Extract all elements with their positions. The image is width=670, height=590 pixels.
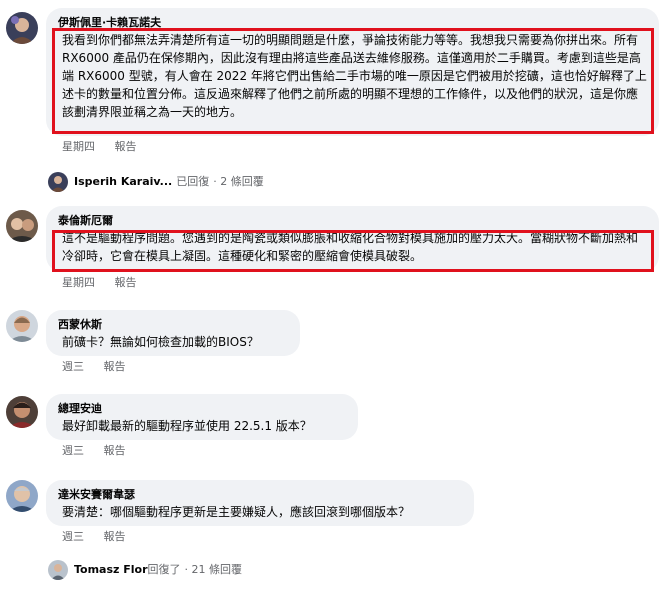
report-button[interactable]: 報告 xyxy=(115,276,137,289)
comment-bubble: 伊斯佩里·卡賴瓦諾夫 我看到你們都無法弄清楚所有這一切的明顯問題是什麼，爭論技術… xyxy=(46,8,659,136)
reply-verb: 回復了 xyxy=(147,563,181,576)
replies-link[interactable]: Tomasz Flor 回復了 · 21 條回覆 xyxy=(48,560,242,580)
reply-count[interactable]: · 2 條回覆 xyxy=(213,172,264,192)
comment-text: 最好卸載最新的驅動程序並使用 22.5.1 版本？ xyxy=(62,419,312,433)
avatar xyxy=(48,172,68,192)
avatar[interactable] xyxy=(6,396,38,428)
comment-bubble: 達米安賽爾韋瑟 要清楚：哪個驅動程序更新是主要嫌疑人，應該回滾到哪個版本？ xyxy=(46,480,474,526)
comment-actions: 星期四 報告 xyxy=(62,140,153,154)
reply-verb: 已回復 xyxy=(176,175,210,188)
comment-bubble: 西蒙休斯 前礦卡？無論如何檢查加載的BIOS？ xyxy=(46,310,300,356)
comment-author[interactable]: 伊斯佩里·卡賴瓦諾夫 xyxy=(58,15,647,31)
comment-actions: 星期四 報告 xyxy=(62,276,153,290)
reply-count[interactable]: · 21 條回覆 xyxy=(185,560,243,580)
report-button[interactable]: 報告 xyxy=(104,360,126,373)
avatar[interactable] xyxy=(6,480,38,512)
comment-author[interactable]: 總理安迪 xyxy=(58,401,346,417)
timestamp[interactable]: 週三 xyxy=(62,530,84,543)
timestamp[interactable]: 星期四 xyxy=(62,140,95,153)
comment-text: 前礦卡？無論如何檢查加載的BIOS？ xyxy=(62,335,259,349)
avatar[interactable] xyxy=(6,210,38,242)
report-button[interactable]: 報告 xyxy=(104,530,126,543)
comment-author[interactable]: 西蒙休斯 xyxy=(58,317,288,333)
timestamp[interactable]: 星期四 xyxy=(62,276,95,289)
comment-text: 這不是驅動程序問題。您遇到的是陶瓷或類似膨脹和收縮化合物對模具施加的壓力太大。當… xyxy=(62,231,639,263)
comment-text: 我看到你們都無法弄清楚所有這一切的明顯問題是什麼，爭論技術能力等等。我想我只需要… xyxy=(62,33,647,119)
comment-author[interactable]: 達米安賽爾韋瑟 xyxy=(58,487,462,503)
comment-actions: 週三 報告 xyxy=(62,360,142,374)
comment-bubble: 總理安迪 最好卸載最新的驅動程序並使用 22.5.1 版本？ xyxy=(46,394,358,440)
avatar xyxy=(48,560,68,580)
reply-author[interactable]: Isperih Karaiv... xyxy=(74,172,172,192)
comment-actions: 週三 報告 xyxy=(62,444,142,458)
replies-link[interactable]: Isperih Karaiv... 已回復 · 2 條回覆 xyxy=(48,172,264,192)
timestamp[interactable]: 週三 xyxy=(62,360,84,373)
reply-author[interactable]: Tomasz Flor xyxy=(74,560,148,580)
comment-actions: 週三 報告 xyxy=(62,530,142,544)
comment-bubble: 泰倫斯厄爾 這不是驅動程序問題。您遇到的是陶瓷或類似膨脹和收縮化合物對模具施加的… xyxy=(46,206,659,272)
comment-text: 要清楚：哪個驅動程序更新是主要嫌疑人，應該回滾到哪個版本？ xyxy=(62,505,411,519)
avatar[interactable] xyxy=(6,12,38,44)
report-button[interactable]: 報告 xyxy=(104,444,126,457)
comment-author[interactable]: 泰倫斯厄爾 xyxy=(58,213,647,229)
report-button[interactable]: 報告 xyxy=(115,140,137,153)
timestamp[interactable]: 週三 xyxy=(62,444,84,457)
avatar[interactable] xyxy=(6,310,38,342)
